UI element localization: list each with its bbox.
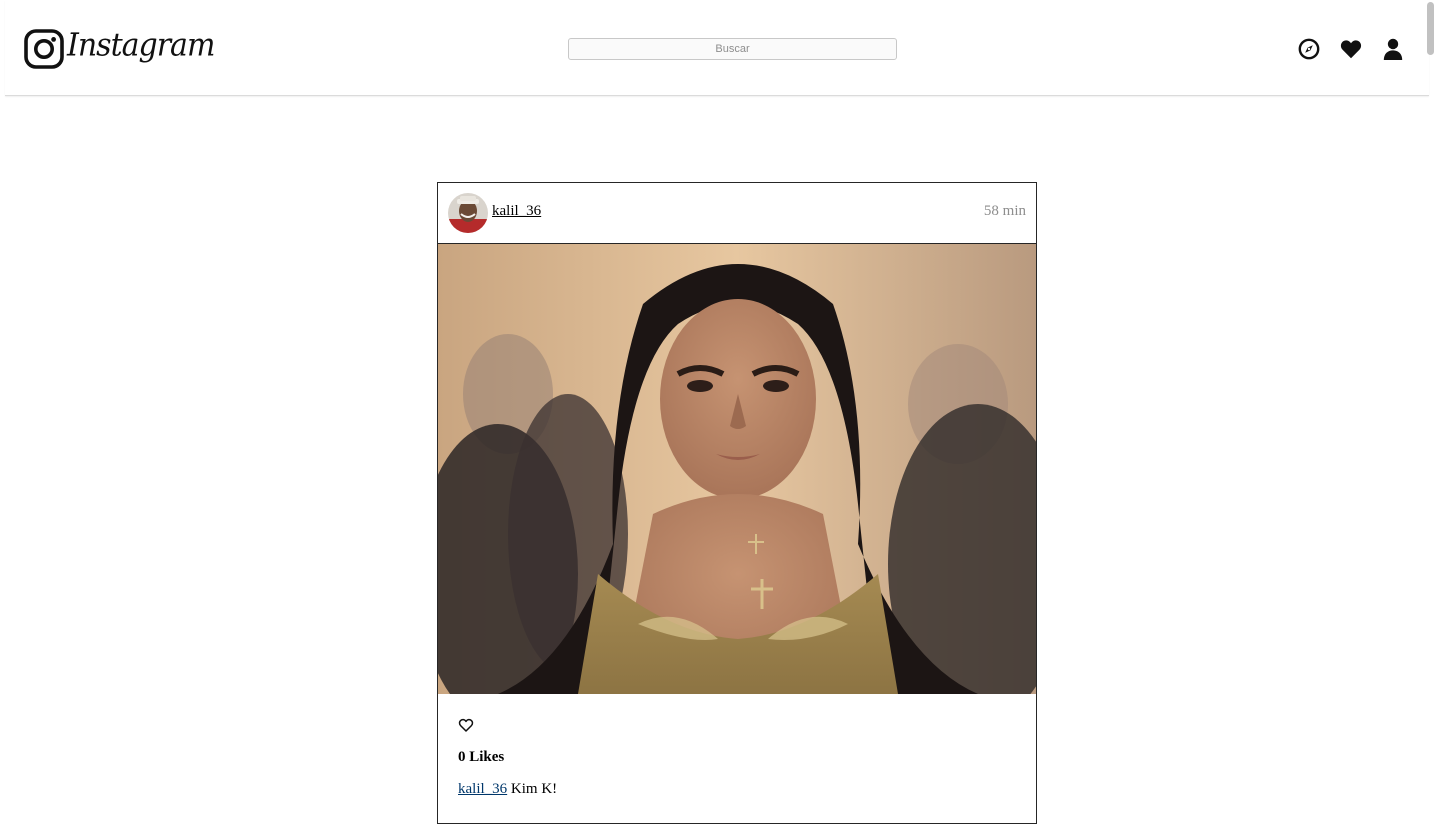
user-icon[interactable] (1381, 37, 1405, 61)
logo-wordmark: Instagram (67, 26, 215, 64)
search-input[interactable] (568, 38, 897, 60)
caption-username-link[interactable]: kalil_36 (458, 781, 507, 797)
instagram-camera-icon (24, 29, 64, 69)
scrollbar-thumb[interactable] (1427, 2, 1434, 55)
post-photo-graphic (438, 244, 1036, 694)
avatar-image (448, 193, 488, 233)
nav-icons (1279, 37, 1405, 61)
instagram-logo[interactable]: Instagram (24, 26, 215, 70)
caption-text: Kim K! (510, 781, 558, 797)
like-heart-outline-icon[interactable] (458, 717, 474, 733)
feed-post: kalil_36 58 min 0 Likes kalil_36 Kim K! (437, 182, 1037, 824)
post-caption: kalil_36 Kim K! (458, 781, 557, 798)
top-navbar: Instagram (5, 0, 1429, 96)
compass-icon[interactable] (1297, 37, 1321, 61)
post-header: kalil_36 58 min (438, 183, 1036, 244)
page-scrollbar[interactable] (1422, 0, 1436, 808)
post-timestamp: 58 min (983, 203, 1026, 219)
heart-icon[interactable] (1339, 37, 1363, 61)
post-username-link[interactable]: kalil_36 (492, 203, 541, 220)
post-photo[interactable] (438, 244, 1036, 694)
likes-count: 0 Likes (458, 749, 505, 765)
avatar[interactable] (448, 193, 488, 233)
